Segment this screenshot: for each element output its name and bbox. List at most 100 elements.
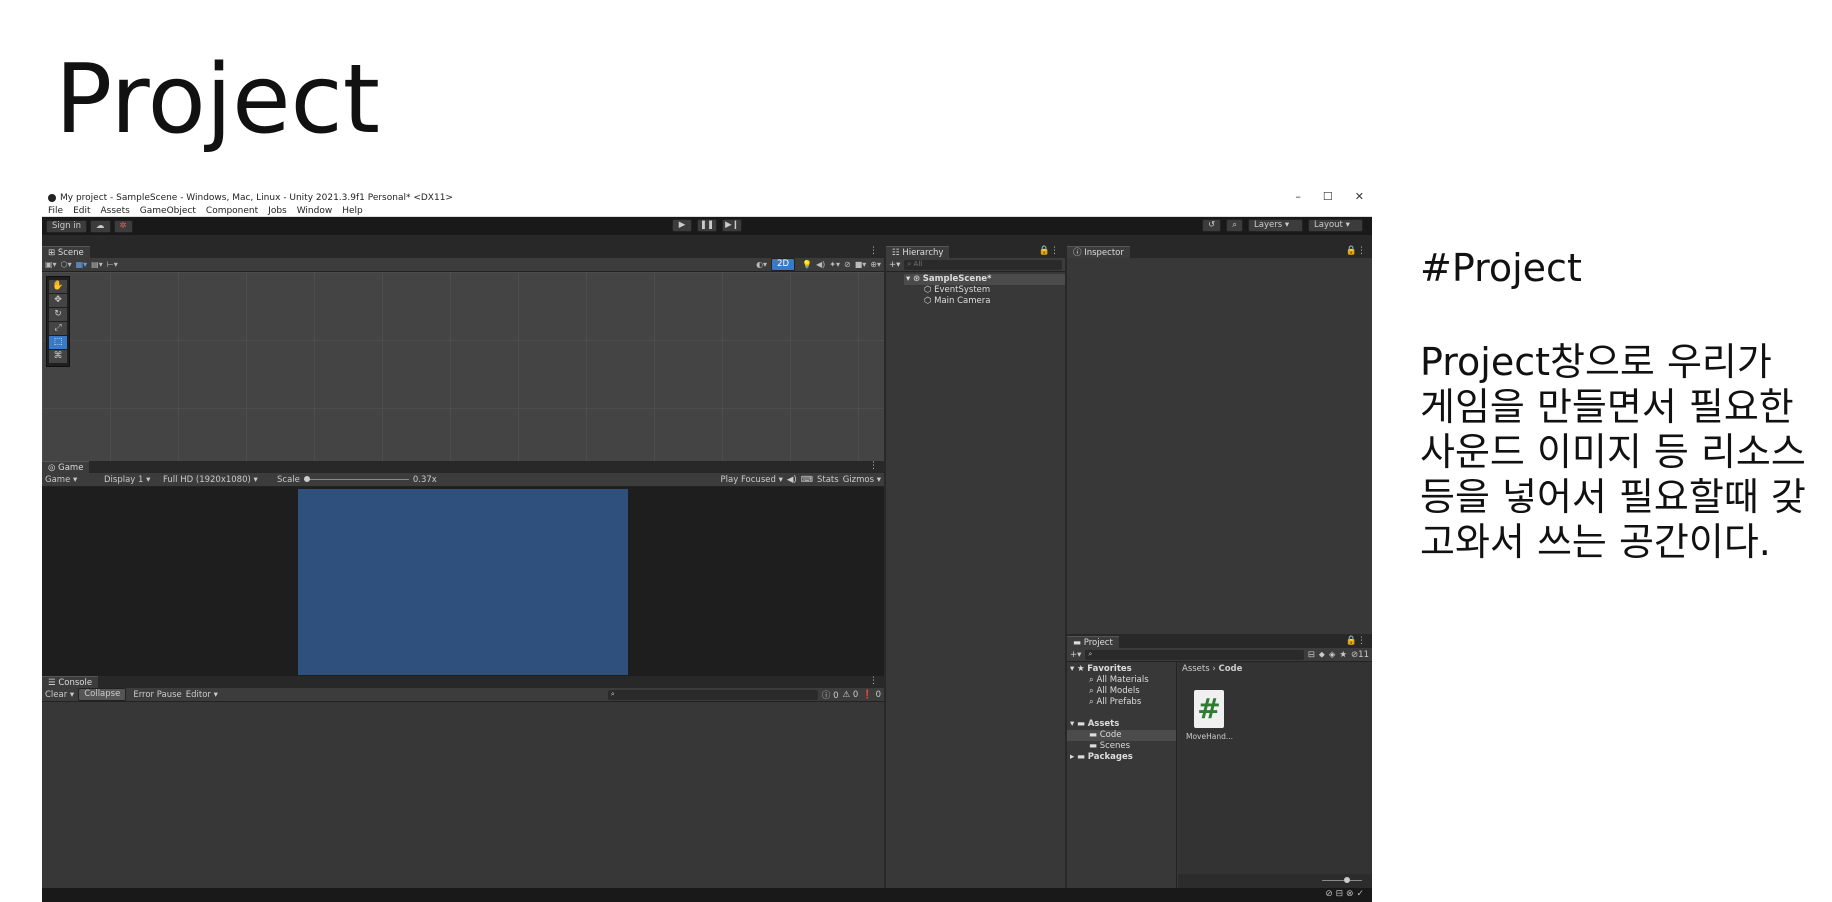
audio-icon[interactable]: ◀) [816,260,825,269]
folder-code[interactable]: ▬ Code [1067,730,1176,741]
menu-file[interactable]: File [48,206,63,216]
hierarchy-search-input[interactable]: ⌕ All [904,259,1062,270]
display-dropdown[interactable]: Display 1 ▾ [104,475,159,485]
icon-size-slider[interactable] [1322,877,1362,883]
history-icon[interactable]: ↺ [1202,219,1222,232]
kebab-icon[interactable]: ⋮ [869,246,878,256]
favorite-all-models[interactable]: ⌕ All Models [1067,686,1176,697]
minimize-button[interactable]: – [1295,190,1301,203]
pause-button[interactable]: ❚❚ [697,219,717,232]
collapse-button[interactable]: Collapse [78,688,127,701]
menu-edit[interactable]: Edit [73,206,90,216]
2d-toggle[interactable]: 2D [771,258,796,271]
icon-size-handle[interactable] [1344,877,1350,883]
camera-icon[interactable]: ■▾ [855,260,867,269]
layers-dropdown[interactable]: Layers ▾ [1248,219,1303,232]
rotate-tool-icon[interactable]: ↻ [49,308,67,321]
scale-handle[interactable] [303,476,310,482]
console-log-area[interactable] [42,702,884,888]
error-pause-button[interactable]: Error Pause [133,690,181,700]
increment-icon[interactable]: ⊢▾ [107,260,118,269]
sign-in-button[interactable]: Sign in [46,219,87,233]
scale-slider[interactable] [303,476,409,482]
menu-jobs[interactable]: Jobs [268,206,287,216]
error-count[interactable]: ❗ 0 [862,690,881,700]
stats-button[interactable]: Stats [817,475,839,485]
hand-tool-icon[interactable]: ✋ [49,280,67,293]
editor-dropdown[interactable]: Editor ▾ [186,690,218,700]
menu-gameobject[interactable]: GameObject [140,206,196,216]
snap-icon[interactable]: ▤▾ [91,260,103,269]
keyboard-icon[interactable]: ⌨ [801,475,813,485]
lock-icon[interactable]: 🔒⋮ [1346,636,1366,646]
search-by-type-icon[interactable]: ⊟ [1308,650,1315,660]
clear-dropdown[interactable]: Clear ▾ [45,690,74,700]
favorites-folder[interactable]: ▾ ★ Favorites [1067,664,1176,675]
game-mode-dropdown[interactable]: Game ▾ [45,475,100,485]
tab-scene[interactable]: ⊞ Scene [42,246,90,258]
move-tool-icon[interactable]: ✥ [49,294,67,307]
gizmo-icon[interactable]: ⊕▾ [870,260,881,269]
scale-tool-icon[interactable]: ⤢ [49,322,67,335]
cloud-icon[interactable]: ☁ [90,219,111,233]
play-focused-dropdown[interactable]: Play Focused ▾ [721,475,783,485]
game-viewport[interactable] [42,487,884,676]
lock-icon[interactable]: 🔒⋮ [1346,246,1366,256]
menu-assets[interactable]: Assets [101,206,130,216]
tab-game[interactable]: ◎ Game [42,461,90,473]
draw-mode-icon[interactable]: ▣▾ [45,260,57,269]
favorite-all-prefabs[interactable]: ⌕ All Prefabs [1067,697,1176,708]
mute-icon[interactable]: ◀) [787,475,797,485]
breadcrumb-code[interactable]: Code [1218,664,1242,674]
effects-icon[interactable]: ✦▾ [829,260,840,269]
gizmos-dropdown[interactable]: Gizmos ▾ [843,475,881,485]
menu-component[interactable]: Component [206,206,258,216]
kebab-icon[interactable]: ⋮ [869,676,878,686]
lighting-icon[interactable]: 💡 [802,260,812,269]
menu-help[interactable]: Help [342,206,363,216]
play-button[interactable]: ▶ [672,219,692,232]
kebab-icon[interactable]: ⋮ [869,461,878,471]
csharp-script-icon[interactable]: # [1194,690,1224,728]
add-icon[interactable]: +▾ [1070,650,1081,660]
assets-folder[interactable]: ▾ ▬ Assets [1067,719,1176,730]
search-by-label-icon[interactable]: ⬥ [1319,650,1325,660]
layout-dropdown[interactable]: Layout ▾ [1308,219,1363,232]
visibility-icon[interactable]: ⊘ [844,260,851,269]
scene-root-item[interactable]: ▾ ⊛ SampleScene* [904,274,1065,285]
grid-snap-icon[interactable]: ▦▾ [76,260,88,269]
orientation-icon[interactable]: ⬡▾ [61,260,72,269]
console-search-input[interactable]: ⌕ [607,689,818,700]
shading-icon[interactable]: ◐▾ [756,260,767,269]
tag-icon[interactable]: ◈ [1329,650,1336,660]
search-icon[interactable]: ⌕ [1226,219,1243,232]
warn-count[interactable]: ⚠ 0 [843,690,859,700]
hierarchy-item-eventsystem[interactable]: ⬡ EventSystem [906,285,1065,296]
favorite-all-materials[interactable]: ⌕ All Materials [1067,675,1176,686]
hidden-packages-toggle[interactable]: ⊘11 [1351,650,1369,660]
menu-window[interactable]: Window [297,206,333,216]
step-button[interactable]: ▶❙ [722,219,742,232]
star-icon[interactable]: ★ [1339,650,1347,660]
tab-console[interactable]: ☰ Console [42,676,99,688]
project-search-input[interactable]: ⌕ [1085,649,1304,660]
collab-icon[interactable]: ✲ [113,219,133,233]
packages-folder[interactable]: ▸ ▬ Packages [1067,752,1176,763]
tab-inspector[interactable]: ⓘ Inspector [1067,246,1130,258]
close-button[interactable]: ✕ [1355,190,1364,203]
add-icon[interactable]: +▾ [889,260,900,270]
transform-tool-icon[interactable]: ⌘ [49,350,67,363]
hierarchy-item-main-camera[interactable]: ⬡ Main Camera [906,296,1065,307]
rect-tool-icon[interactable]: ⬚ [49,336,67,349]
tab-project[interactable]: ▬ Project [1067,636,1119,648]
maximize-button[interactable]: ☐ [1323,190,1333,203]
resolution-dropdown[interactable]: Full HD (1920x1080) ▾ [163,475,273,485]
scene-viewport[interactable] [42,272,884,461]
folder-scenes[interactable]: ▬ Scenes [1067,741,1176,752]
tab-hierarchy[interactable]: ☷ Hierarchy [886,246,950,258]
lock-icon[interactable]: 🔒⋮ [1039,246,1059,256]
breadcrumb-assets[interactable]: Assets [1182,664,1210,674]
status-icons[interactable]: ⊘ ⊟ ⊗ ✓ [1325,889,1364,899]
project-file-view[interactable]: Assets › Code # MoveHand... [1178,662,1372,874]
info-count[interactable]: ⓘ 0 [822,689,839,701]
